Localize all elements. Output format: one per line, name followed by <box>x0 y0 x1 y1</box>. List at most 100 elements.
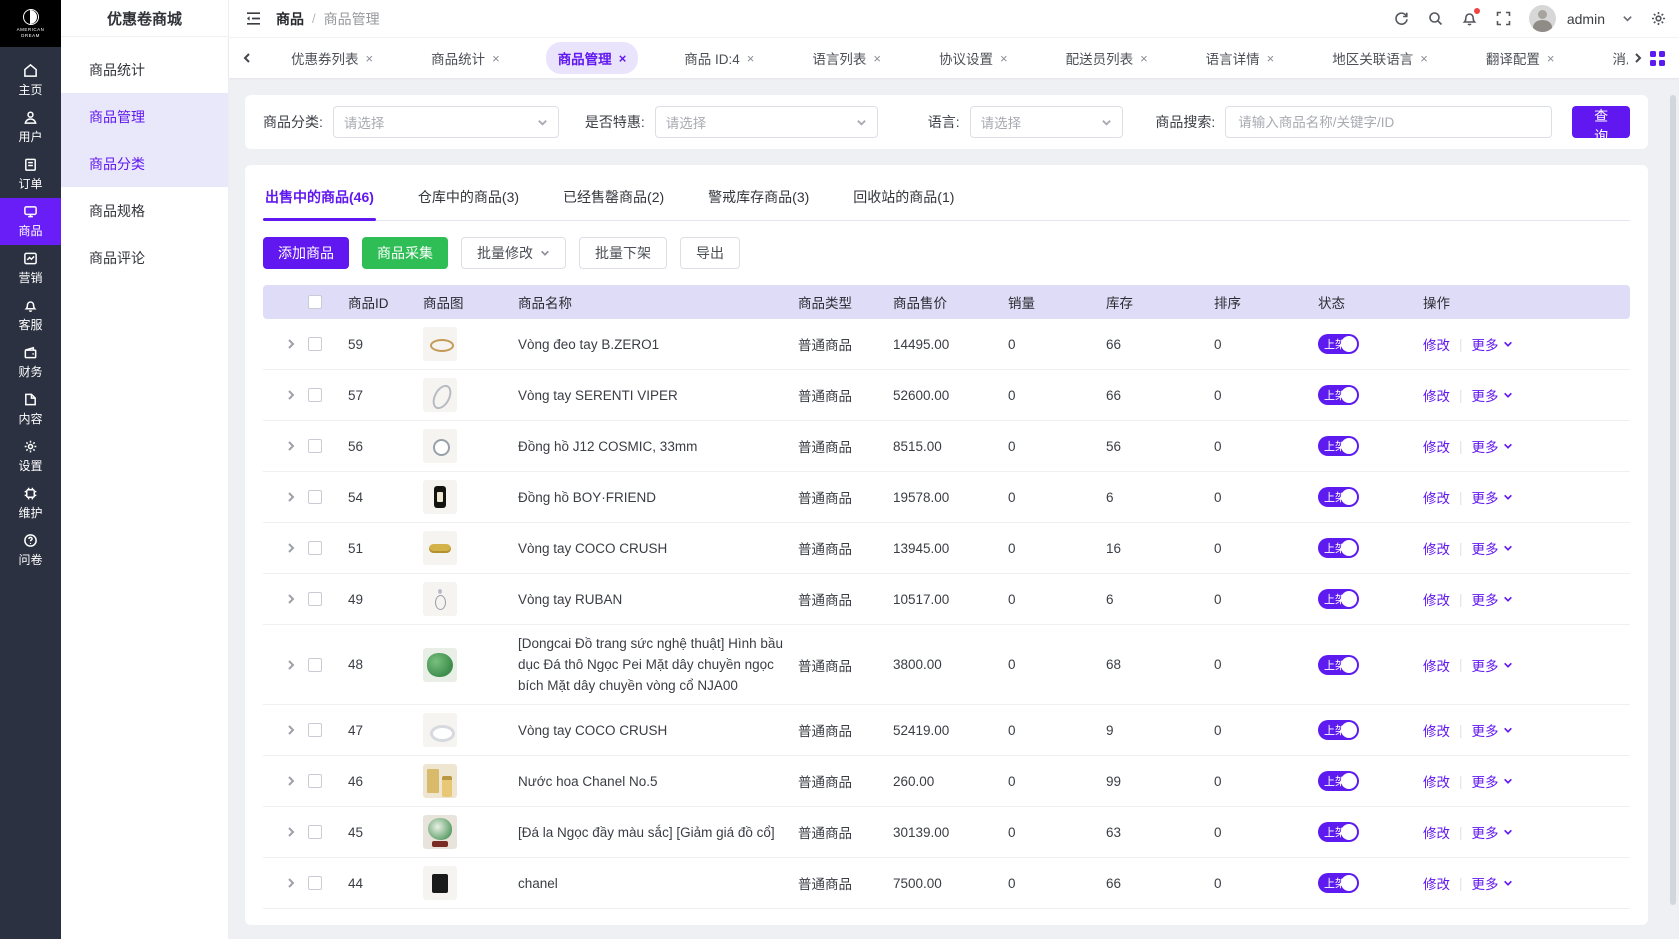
nav-item-finance[interactable]: 财务 <box>0 339 61 386</box>
edit-link[interactable]: 修改 <box>1423 873 1450 893</box>
product-image[interactable] <box>423 327 457 361</box>
query-button[interactable]: 查询 <box>1572 106 1630 138</box>
more-link[interactable]: 更多 <box>1472 538 1513 558</box>
status-toggle[interactable]: 上架 <box>1318 655 1359 675</box>
more-link[interactable]: 更多 <box>1472 487 1513 507</box>
nav-item-content[interactable]: 内容 <box>0 386 61 433</box>
nav-item-goods[interactable]: 商品 <box>0 198 61 245</box>
refresh-icon[interactable] <box>1393 10 1410 27</box>
product-image[interactable] <box>423 531 457 565</box>
product-image[interactable] <box>423 866 457 900</box>
submenu-item-goods-category[interactable]: 商品分类 <box>61 140 228 187</box>
status-toggle[interactable]: 上架 <box>1318 385 1359 405</box>
row-checkbox[interactable] <box>308 774 322 788</box>
row-checkbox[interactable] <box>308 439 322 453</box>
edit-link[interactable]: 修改 <box>1423 487 1450 507</box>
row-expand-chevron-icon[interactable] <box>285 338 297 350</box>
layout-settings-gear-icon[interactable] <box>1650 10 1667 27</box>
more-link[interactable]: 更多 <box>1472 822 1513 842</box>
open-tab[interactable]: 优惠券列表 × <box>279 42 385 74</box>
row-expand-chevron-icon[interactable] <box>285 659 297 671</box>
submenu-item-goods-stats[interactable]: 商品统计 <box>61 46 228 93</box>
open-tab[interactable]: 配送员列表 × <box>1054 42 1160 74</box>
status-toggle[interactable]: 上架 <box>1318 487 1359 507</box>
nav-item-orders[interactable]: 订单 <box>0 151 61 198</box>
nav-item-maintenance[interactable]: 维护 <box>0 480 61 527</box>
sidebar-fold-icon[interactable] <box>245 10 262 27</box>
category-select[interactable]: 请选择 <box>333 106 559 138</box>
nav-item-users[interactable]: 用户 <box>0 104 61 151</box>
open-tab[interactable]: 翻译配置 × <box>1474 42 1567 74</box>
status-tab[interactable]: 出售中的商品(46) <box>263 183 376 220</box>
open-tab[interactable]: 地区关联语言 × <box>1320 42 1440 74</box>
open-tab[interactable]: 商品统计 × <box>419 42 512 74</box>
status-toggle[interactable]: 上架 <box>1318 720 1359 740</box>
nav-item-settings[interactable]: 设置 <box>0 433 61 480</box>
status-toggle[interactable]: 上架 <box>1318 334 1359 354</box>
nav-item-marketing[interactable]: 营销 <box>0 245 61 292</box>
user-avatar[interactable] <box>1529 5 1556 32</box>
product-image[interactable] <box>423 713 457 747</box>
language-select[interactable]: 请选择 <box>970 106 1124 138</box>
row-checkbox[interactable] <box>308 541 322 555</box>
row-expand-chevron-icon[interactable] <box>285 440 297 452</box>
open-tab[interactable]: 协议设置 × <box>927 42 1020 74</box>
tabs-scroll-right-icon[interactable] <box>1628 52 1648 64</box>
open-tab[interactable]: 商品 ID:4 × <box>672 42 766 74</box>
submenu-item-goods-spec[interactable]: 商品规格 <box>61 187 228 234</box>
open-tab[interactable]: 商品管理 × <box>546 42 639 74</box>
more-link[interactable]: 更多 <box>1472 385 1513 405</box>
export-button[interactable]: 导出 <box>680 237 740 269</box>
status-tab[interactable]: 回收站的商品(1) <box>851 183 956 220</box>
breadcrumb-section[interactable]: 商品 <box>276 9 304 29</box>
row-expand-chevron-icon[interactable] <box>285 389 297 401</box>
row-expand-chevron-icon[interactable] <box>285 542 297 554</box>
edit-link[interactable]: 修改 <box>1423 538 1450 558</box>
close-icon[interactable]: × <box>366 51 374 66</box>
edit-link[interactable]: 修改 <box>1423 720 1450 740</box>
collect-product-button[interactable]: 商品采集 <box>362 237 448 269</box>
status-toggle[interactable]: 上架 <box>1318 873 1359 893</box>
close-icon[interactable]: × <box>1000 51 1008 66</box>
row-checkbox[interactable] <box>308 825 322 839</box>
add-product-button[interactable]: 添加商品 <box>263 237 349 269</box>
close-icon[interactable]: × <box>619 51 627 66</box>
row-checkbox[interactable] <box>308 337 322 351</box>
user-menu-chevron-down-icon[interactable] <box>1622 13 1633 24</box>
more-link[interactable]: 更多 <box>1472 873 1513 893</box>
product-image[interactable] <box>423 429 457 463</box>
product-image[interactable] <box>423 815 457 849</box>
more-link[interactable]: 更多 <box>1472 720 1513 740</box>
nav-item-survey[interactable]: 问卷 <box>0 527 61 574</box>
more-link[interactable]: 更多 <box>1472 436 1513 456</box>
row-checkbox[interactable] <box>308 388 322 402</box>
row-expand-chevron-icon[interactable] <box>285 877 297 889</box>
status-toggle[interactable]: 上架 <box>1318 436 1359 456</box>
nav-item-service[interactable]: 客服 <box>0 292 61 339</box>
user-name[interactable]: admin <box>1567 11 1605 27</box>
row-expand-chevron-icon[interactable] <box>285 724 297 736</box>
batch-offshelf-button[interactable]: 批量下架 <box>579 237 667 269</box>
row-expand-chevron-icon[interactable] <box>285 775 297 787</box>
notifications-bell-icon[interactable] <box>1461 10 1478 27</box>
row-checkbox[interactable] <box>308 658 322 672</box>
fullscreen-icon[interactable] <box>1495 10 1512 27</box>
product-image[interactable] <box>423 378 457 412</box>
more-link[interactable]: 更多 <box>1472 655 1513 675</box>
row-checkbox[interactable] <box>308 876 322 890</box>
close-icon[interactable]: × <box>1267 51 1275 66</box>
product-image[interactable] <box>423 648 457 682</box>
status-tab[interactable]: 已经售罄商品(2) <box>561 183 666 220</box>
product-image[interactable] <box>423 480 457 514</box>
search-icon[interactable] <box>1427 10 1444 27</box>
edit-link[interactable]: 修改 <box>1423 771 1450 791</box>
nav-item-home[interactable]: 主页 <box>0 57 61 104</box>
submenu-item-goods-manage[interactable]: 商品管理 <box>61 93 228 140</box>
status-tab[interactable]: 警戒库存商品(3) <box>706 183 811 220</box>
edit-link[interactable]: 修改 <box>1423 822 1450 842</box>
edit-link[interactable]: 修改 <box>1423 589 1450 609</box>
status-toggle[interactable]: 上架 <box>1318 589 1359 609</box>
close-icon[interactable]: × <box>747 51 755 66</box>
product-search-input[interactable] <box>1225 106 1552 138</box>
submenu-item-goods-review[interactable]: 商品评论 <box>61 234 228 281</box>
